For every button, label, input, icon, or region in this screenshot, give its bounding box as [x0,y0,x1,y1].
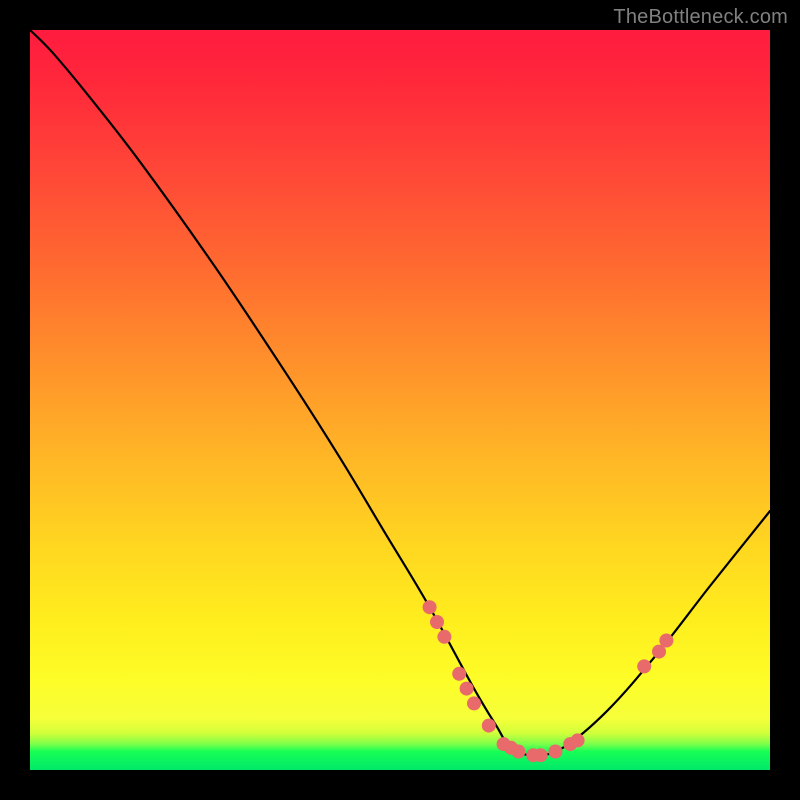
plot-area [30,30,770,770]
marker-dot [430,615,444,629]
marker-dot [534,748,548,762]
marker-dot [482,719,496,733]
marker-dot [659,634,673,648]
marker-dot [460,682,474,696]
marker-dot [452,667,466,681]
marker-dot [423,600,437,614]
marker-dot [571,733,585,747]
chart-frame: TheBottleneck.com [0,0,800,800]
marker-dot [548,745,562,759]
marker-dot [467,696,481,710]
marker-dot [437,630,451,644]
marker-dot [511,745,525,759]
highlighted-points [423,600,674,762]
marker-dot [637,659,651,673]
chart-svg [30,30,770,770]
watermark-text: TheBottleneck.com [613,6,788,29]
